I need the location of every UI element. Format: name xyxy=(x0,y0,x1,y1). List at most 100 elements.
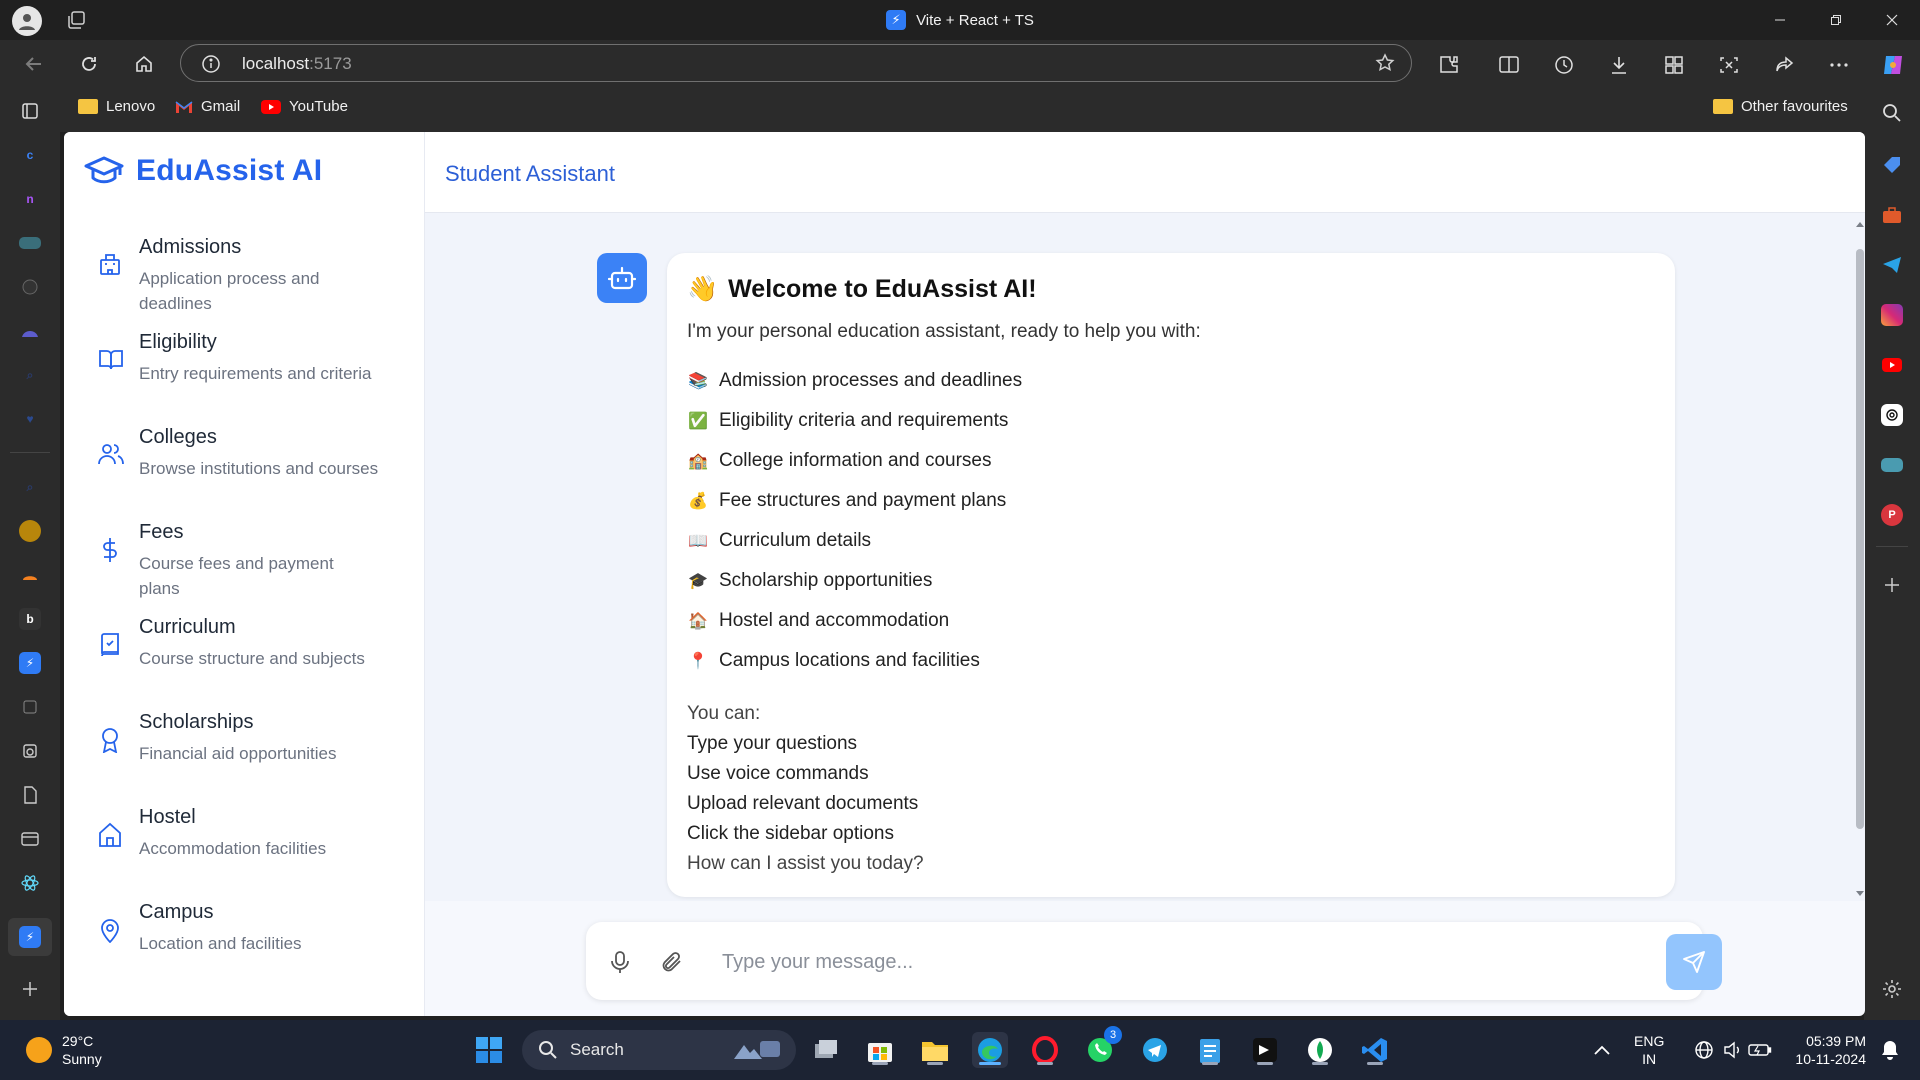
weather-widget[interactable]: 29°C Sunny xyxy=(26,1032,102,1068)
sidebar-item-fees[interactable]: Fees Course fees and payment plans xyxy=(64,521,424,616)
sidebar-item-admissions[interactable]: Admissions Application process and deadl… xyxy=(64,236,424,331)
site-info-icon[interactable] xyxy=(201,54,221,74)
tab-cloud-icon[interactable] xyxy=(19,237,41,249)
profile-avatar-icon[interactable] xyxy=(12,6,42,36)
scroll-up-arrow-icon[interactable] xyxy=(1854,219,1865,229)
favourite-youtube[interactable]: YouTube xyxy=(261,98,348,115)
sidebar-item-desc: Location and facilities xyxy=(139,934,302,953)
tab-document-icon[interactable] xyxy=(19,784,41,806)
start-windows-icon[interactable] xyxy=(471,1032,507,1068)
instagram-icon[interactable] xyxy=(1881,304,1903,326)
restore-icon[interactable] xyxy=(1808,0,1864,40)
extensions-icon[interactable] xyxy=(1436,52,1462,78)
whatsapp-icon[interactable]: 3 xyxy=(1082,1026,1122,1068)
chat-messages-area[interactable]: 👋 Welcome to EduAssist AI! I'm your pers… xyxy=(425,213,1865,901)
message-input[interactable] xyxy=(720,944,1564,980)
sidebar-item-curriculum[interactable]: Curriculum Course structure and subjects xyxy=(64,616,424,711)
share-icon[interactable] xyxy=(1771,52,1797,78)
back-arrow-icon[interactable] xyxy=(22,52,46,76)
add-plus-icon[interactable] xyxy=(1881,574,1903,596)
battery-icon[interactable] xyxy=(1742,1032,1778,1068)
chat-scrollbar[interactable] xyxy=(1853,219,1865,899)
sidebar-item-campus[interactable]: Campus Location and facilities xyxy=(64,901,424,996)
tab-db-icon[interactable] xyxy=(19,740,41,762)
url-text[interactable]: localhost:5173 xyxy=(242,54,352,74)
notification-bell-icon[interactable] xyxy=(1872,1032,1908,1068)
chatgpt-icon[interactable] xyxy=(1881,404,1903,426)
tab-divider xyxy=(10,452,50,453)
task-view-icon[interactable] xyxy=(808,1032,844,1068)
telegram-send-icon[interactable] xyxy=(1881,254,1903,276)
tab-search-icon[interactable]: ⌕ xyxy=(19,364,41,386)
collections-icon[interactable] xyxy=(1661,52,1687,78)
sidebar-item-scholarships[interactable]: Scholarships Financial aid opportunities xyxy=(64,711,424,806)
minimize-icon[interactable] xyxy=(1752,0,1808,40)
running-indicator xyxy=(872,1062,888,1065)
tools-briefcase-icon[interactable] xyxy=(1881,204,1903,226)
app-logo[interactable]: EduAssist AI xyxy=(84,154,322,188)
tab-react-icon[interactable] xyxy=(19,872,41,894)
copilot-icon[interactable] xyxy=(1880,52,1906,78)
home-icon[interactable] xyxy=(132,52,156,76)
tab-page-icon[interactable] xyxy=(19,696,41,718)
tab-panel-icon[interactable] xyxy=(19,100,41,122)
show-hidden-icons-chevron-icon[interactable] xyxy=(1584,1032,1620,1068)
mongodb-compass-icon[interactable] xyxy=(1302,1032,1338,1068)
vscode-icon[interactable] xyxy=(1357,1032,1393,1068)
tab-shape-icon[interactable] xyxy=(19,320,41,342)
taskbar-search[interactable]: Search xyxy=(522,1030,796,1070)
split-screen-icon[interactable] xyxy=(1496,52,1522,78)
opera-icon[interactable] xyxy=(1027,1032,1063,1068)
tab-title[interactable]: Vite + React + TS xyxy=(916,12,1034,29)
favourite-gmail[interactable]: Gmail xyxy=(175,98,240,115)
sidebar-item-eligibility[interactable]: Eligibility Entry requirements and crite… xyxy=(64,331,424,426)
search-icon xyxy=(539,1041,557,1059)
settings-gear-icon[interactable] xyxy=(1881,978,1903,1000)
shopping-tag-icon[interactable] xyxy=(1881,154,1903,176)
tab-actions-icon[interactable] xyxy=(66,9,88,31)
scroll-down-arrow-icon[interactable] xyxy=(1854,889,1865,899)
system-clock[interactable]: 05:39 PM 10-11-2024 xyxy=(1786,1032,1866,1068)
capability-item: Type your questions xyxy=(687,733,858,754)
tab-search-small-icon[interactable]: ⌕ xyxy=(19,476,41,498)
refresh-icon[interactable] xyxy=(77,52,101,76)
cloud-app-icon[interactable] xyxy=(1881,458,1903,472)
tab-n-icon[interactable]: n xyxy=(19,188,41,210)
tab-vite-icon[interactable]: ⚡ xyxy=(19,652,41,674)
message-composer xyxy=(586,922,1722,1000)
scrollbar-thumb[interactable] xyxy=(1856,249,1864,829)
screenshot-icon[interactable] xyxy=(1716,52,1742,78)
paperclip-attach-icon[interactable] xyxy=(660,950,684,974)
tab-dark-circle-icon[interactable] xyxy=(19,276,41,298)
history-icon[interactable] xyxy=(1551,52,1577,78)
downloads-icon[interactable] xyxy=(1606,52,1632,78)
url-bar[interactable]: localhost:5173 xyxy=(180,44,1412,82)
tab-window-icon[interactable] xyxy=(19,828,41,850)
microphone-icon[interactable] xyxy=(610,950,630,974)
p-profile-icon[interactable]: P xyxy=(1881,504,1903,526)
sidebar-item-colleges[interactable]: Colleges Browse institutions and courses xyxy=(64,426,424,521)
microsoft-store-icon[interactable] xyxy=(862,1032,898,1068)
notepad-icon[interactable] xyxy=(1192,1032,1228,1068)
telegram-icon[interactable] xyxy=(1137,1032,1173,1068)
send-button[interactable] xyxy=(1666,934,1722,990)
other-favourites[interactable]: Other favourites xyxy=(1713,98,1848,115)
search-icon[interactable] xyxy=(1881,102,1903,124)
cursor-editor-icon[interactable] xyxy=(1247,1032,1283,1068)
favourite-star-icon[interactable] xyxy=(1375,53,1395,73)
tab-heart-icon[interactable]: ♥ xyxy=(19,408,41,430)
favourite-lenovo[interactable]: Lenovo xyxy=(78,98,155,115)
file-explorer-icon[interactable] xyxy=(917,1032,953,1068)
tab-cloud-orange-icon[interactable] xyxy=(19,564,41,586)
new-tab-plus-icon[interactable] xyxy=(19,978,41,1000)
edge-browser-icon[interactable] xyxy=(972,1032,1008,1068)
close-icon[interactable] xyxy=(1864,0,1920,40)
more-options-icon[interactable] xyxy=(1826,52,1852,78)
tab-b-icon[interactable]: b xyxy=(19,608,41,630)
sidebar-item-hostel[interactable]: Hostel Accommodation facilities xyxy=(64,806,424,901)
youtube-sidebar-icon[interactable] xyxy=(1881,354,1903,376)
language-indicator[interactable]: ENG IN xyxy=(1634,1032,1664,1068)
tab-lock-icon[interactable] xyxy=(19,520,41,542)
tab-c-icon[interactable]: c xyxy=(19,144,41,166)
tab-active-vite-icon[interactable]: ⚡ xyxy=(19,926,41,948)
